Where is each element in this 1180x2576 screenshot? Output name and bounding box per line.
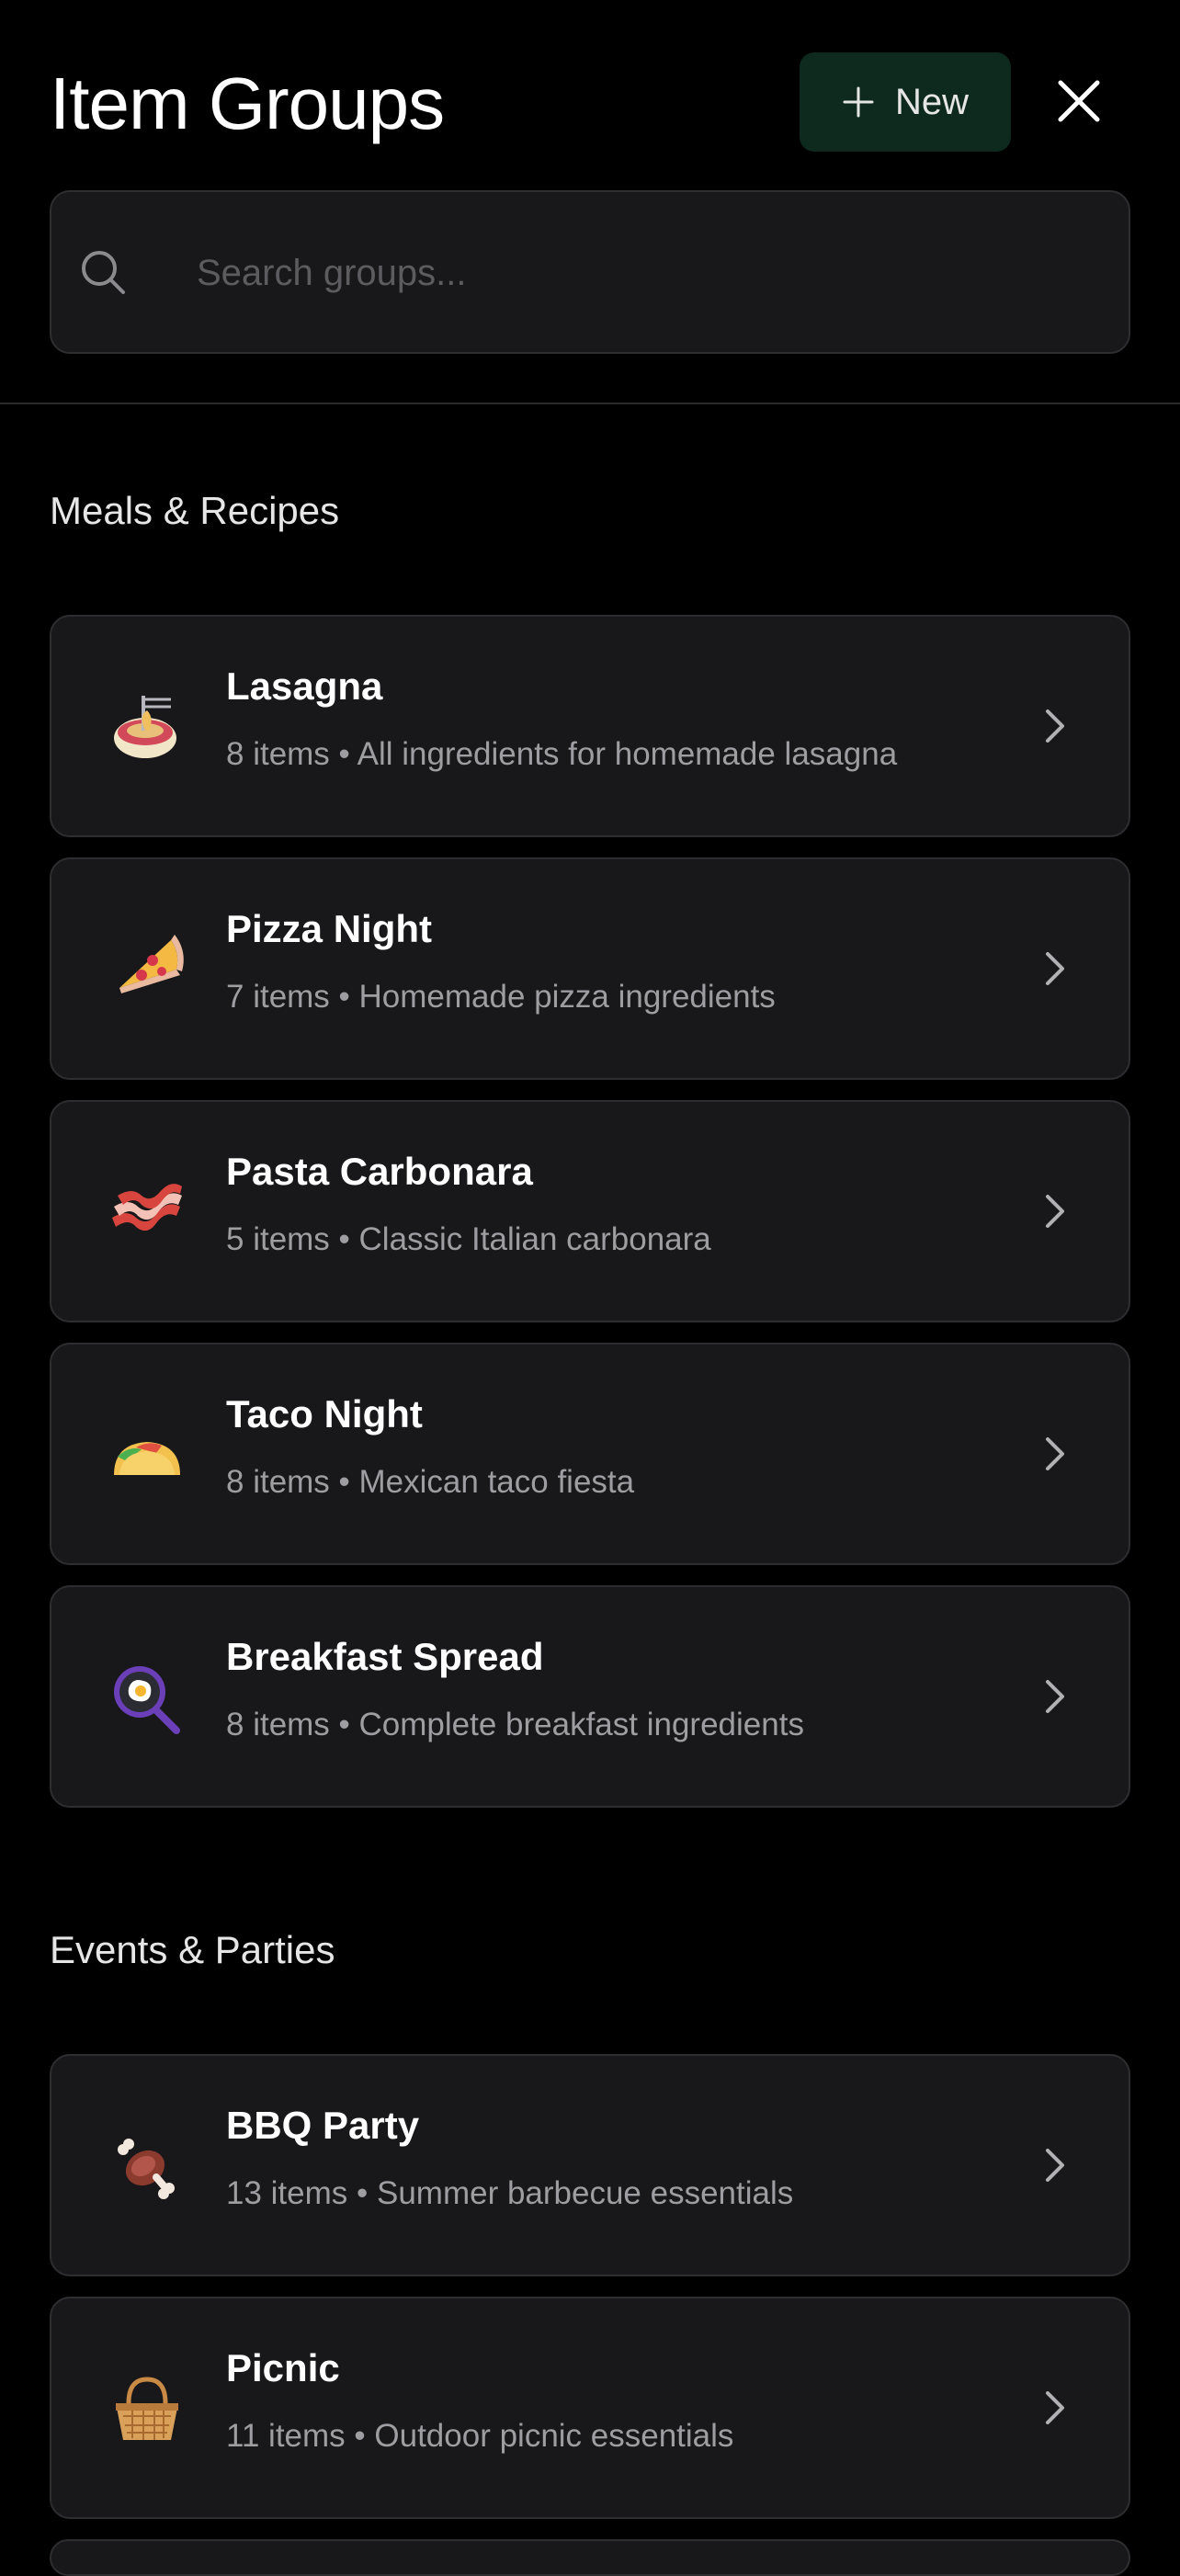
group-card-taco-night[interactable]: Taco Night 8 items • Mexican taco fiesta [50, 1343, 1130, 1565]
group-description: All ingredients for homemade lasagna [357, 736, 898, 772]
group-details: 8 items • Complete breakfast ingredients [226, 1707, 804, 1742]
group-details: 8 items • Mexican taco fiesta [226, 1464, 635, 1500]
group-description: Outdoor picnic essentials [374, 2418, 734, 2454]
search-bar [50, 190, 1130, 354]
bacon-icon [112, 1184, 182, 1231]
group-name: Taco Night [226, 1392, 423, 1436]
search-input[interactable] [189, 229, 1105, 317]
group-description: Complete breakfast ingredients [358, 1707, 804, 1742]
taco-icon [114, 1442, 180, 1475]
group-description: Summer barbecue essentials [376, 2175, 794, 2211]
item-count: 7 items [226, 979, 330, 1015]
group-description: Mexican taco fiesta [358, 1464, 635, 1500]
item-count: 8 items [226, 1464, 330, 1500]
chevron-right-icon [1046, 1437, 1064, 1470]
group-card-pasta-carbonara[interactable]: Pasta Carbonara 5 items • Classic Italia… [50, 1100, 1130, 1322]
meat-on-bone-icon [118, 2139, 175, 2199]
search-icon [82, 251, 125, 294]
group-name: Lasagna [226, 664, 383, 708]
group-details: 8 items • All ingredients for homemade l… [226, 736, 898, 772]
group-card-bbq-party[interactable]: BBQ Party 13 items • Summer barbecue ess… [50, 2054, 1130, 2276]
close-icon[interactable] [1051, 74, 1106, 129]
header: Item Groups New [0, 0, 1180, 404]
chevron-right-icon [1046, 1195, 1064, 1228]
item-count: 11 items [226, 2418, 346, 2454]
page-title: Item Groups [50, 62, 445, 144]
group-details: 7 items • Homemade pizza ingredients [226, 979, 776, 1015]
pizza-icon [119, 935, 184, 993]
chevron-right-icon [1046, 1680, 1064, 1713]
group-card-partial[interactable] [50, 2539, 1130, 2576]
item-count: 5 items [226, 1221, 330, 1257]
group-name: Pizza Night [226, 907, 433, 950]
section-title-events: Events & Parties [50, 1928, 335, 1971]
group-name: BBQ Party [226, 2104, 420, 2147]
plus-icon [843, 86, 874, 118]
item-count: 13 items [226, 2175, 348, 2211]
item-count: 8 items [226, 1707, 330, 1742]
group-card-lasagna[interactable]: Lasagna 8 items • All ingredients for ho… [50, 615, 1130, 837]
chevron-right-icon [1046, 2391, 1064, 2424]
group-description: Homemade pizza ingredients [358, 979, 776, 1015]
group-name: Breakfast Spread [226, 1635, 544, 1678]
chevron-right-icon [1046, 952, 1064, 985]
new-button-label: New [894, 81, 970, 122]
group-name: Pasta Carbonara [226, 1150, 533, 1193]
spaghetti-icon [114, 696, 176, 758]
group-card-picnic[interactable]: Picnic 11 items • Outdoor picnic essenti… [50, 2297, 1130, 2519]
item-count: 8 items [226, 736, 330, 772]
new-group-button[interactable]: New [800, 52, 1011, 152]
group-card-breakfast-spread[interactable]: Breakfast Spread 8 items • Complete brea… [50, 1585, 1130, 1808]
group-description: Classic Italian carbonara [358, 1221, 711, 1257]
chevron-right-icon [1046, 709, 1064, 743]
group-card-pizza-night[interactable]: Pizza Night 7 items • Homemade pizza ing… [50, 857, 1130, 1080]
chevron-right-icon [1046, 2149, 1064, 2182]
section-title-meals: Meals & Recipes [50, 489, 340, 532]
group-name: Picnic [226, 2346, 340, 2389]
group-details: 13 items • Summer barbecue essentials [226, 2175, 794, 2211]
group-details: 5 items • Classic Italian carbonara [226, 1221, 711, 1257]
basket-icon [116, 2377, 178, 2440]
group-details: 11 items • Outdoor picnic essentials [226, 2418, 734, 2454]
frying-pan-icon [114, 1666, 180, 1734]
